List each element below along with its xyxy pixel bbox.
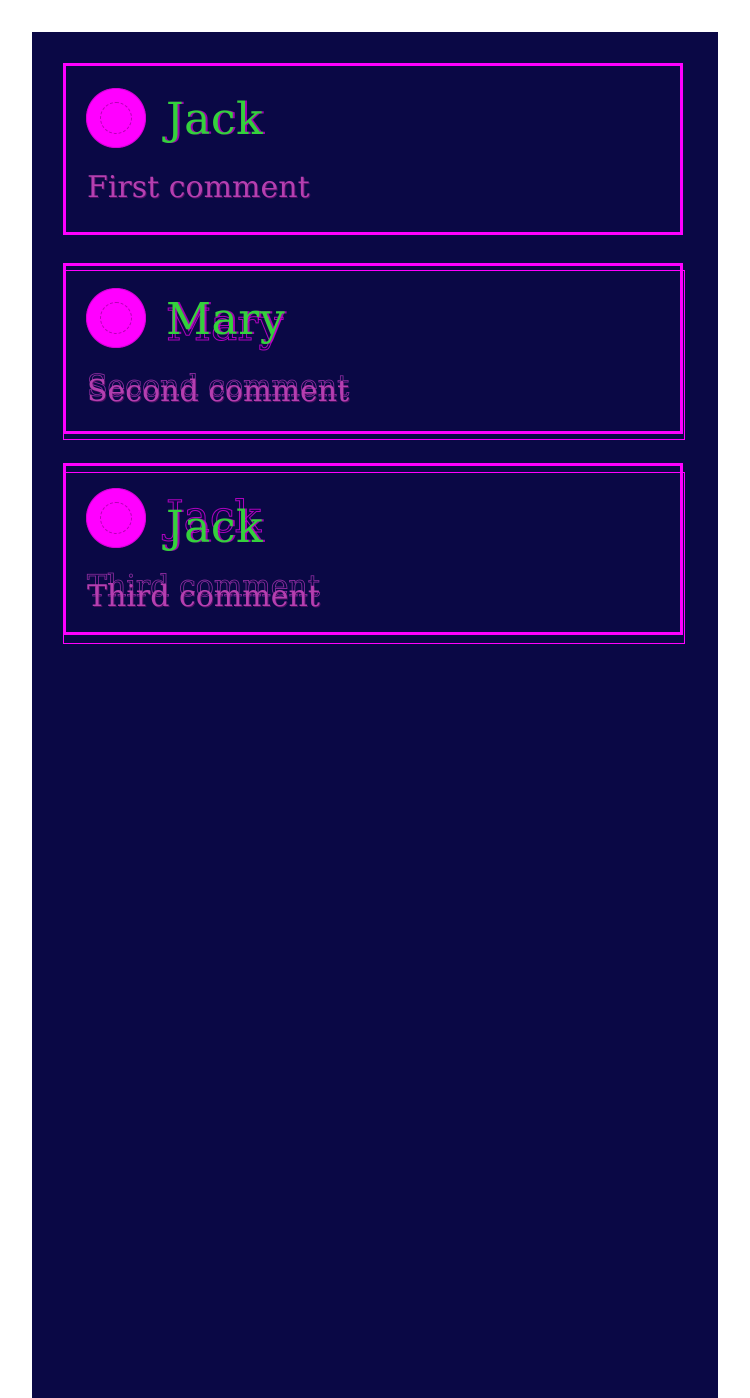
comment-text: Second comment [87, 374, 350, 409]
avatar [86, 288, 146, 348]
comment-card: Mary Mary Second comment Second comment [63, 263, 683, 434]
comment-card: Jack First comment [63, 63, 683, 235]
comment-author: Mary [166, 294, 286, 345]
comment-author: Jack [166, 502, 264, 553]
avatar [86, 88, 146, 148]
avatar [86, 488, 146, 548]
comments-panel [32, 32, 718, 1398]
comment-text: Third comment [87, 579, 320, 614]
comment-text: First comment [87, 170, 310, 205]
comment-card: Jack Jack Third comment Third comment [63, 463, 683, 635]
comment-author: Jack [166, 94, 264, 145]
